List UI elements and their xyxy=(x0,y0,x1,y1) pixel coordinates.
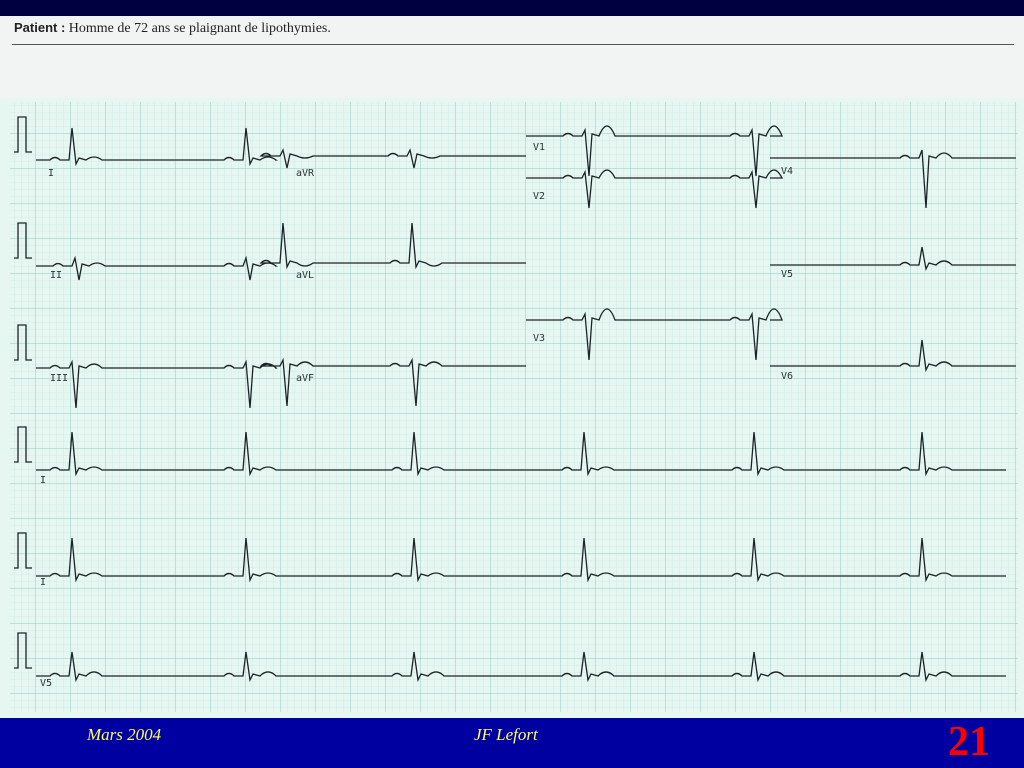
top-bar xyxy=(0,0,1024,16)
lead-label-aVL: aVL xyxy=(296,270,314,281)
lead-label-V2: V2 xyxy=(533,191,545,202)
ecg-svg: I aVR V1 V4 II aVL V2 V5 III aVF V3 V6 I… xyxy=(0,98,1024,718)
lead-label-III: III xyxy=(50,373,68,384)
footer-author: JF Lefort xyxy=(474,725,538,744)
lead-label-I: I xyxy=(48,168,54,179)
footer-date: Mars 2004 xyxy=(87,725,162,744)
lead-label-V6: V6 xyxy=(781,371,793,382)
patient-description: Patient : Homme de 72 ans se plaignant d… xyxy=(14,20,331,37)
rhythm-label-1: I xyxy=(40,475,46,486)
lead-label-V1: V1 xyxy=(533,142,545,153)
lead-label-V5: V5 xyxy=(781,269,793,280)
rhythm-label-3: V5 xyxy=(40,678,52,689)
lead-label-II: II xyxy=(50,270,62,281)
slide-header: Patient : Homme de 72 ans se plaignant d… xyxy=(0,16,1024,98)
lead-label-V4: V4 xyxy=(781,166,793,177)
slide-number: 21 xyxy=(948,719,990,765)
patient-text: Homme de 72 ans se plaignant de lipothym… xyxy=(68,21,331,36)
ecg-tracing: I aVR V1 V4 II aVL V2 V5 III aVF V3 V6 I… xyxy=(0,98,1024,718)
rhythm-label-2: I xyxy=(40,577,46,588)
ecg-grid xyxy=(10,102,1018,712)
lead-label-aVR: aVR xyxy=(296,168,315,179)
slide-footer: Mars 2004 JF Lefort 21 xyxy=(0,718,1024,768)
patient-label: Patient : xyxy=(14,20,66,35)
lead-label-V3: V3 xyxy=(533,333,545,344)
header-rule xyxy=(12,44,1014,45)
lead-label-aVF: aVF xyxy=(296,373,314,384)
